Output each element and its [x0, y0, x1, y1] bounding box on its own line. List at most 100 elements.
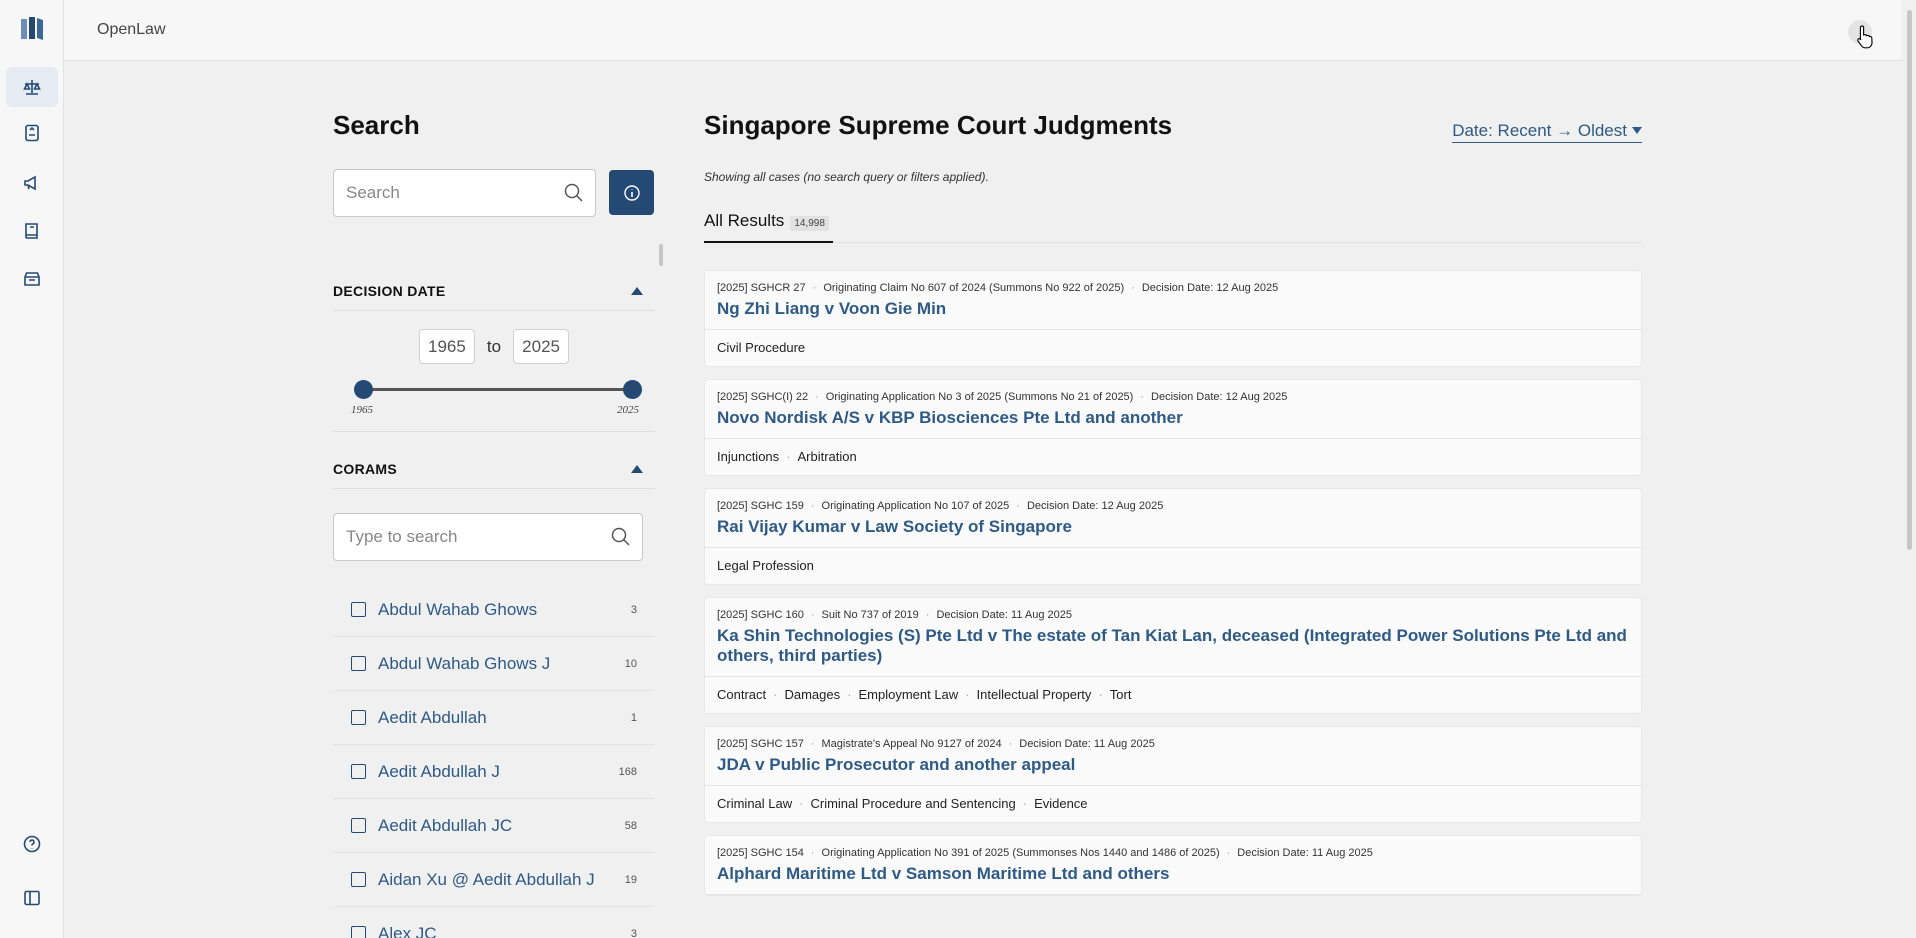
- coram-item[interactable]: Aedit Abdullah 1: [333, 691, 655, 745]
- help-button[interactable]: [6, 824, 58, 864]
- case-number: Magistrate's Appeal No 9127 of 2024: [804, 738, 1002, 750]
- sidebar-toggle-button[interactable]: [6, 878, 58, 918]
- coram-name: Aidan Xu @ Aedit Abdullah J: [378, 869, 595, 889]
- date-range-slider[interactable]: 1965 2025: [333, 371, 655, 416]
- search-icon[interactable]: [610, 526, 632, 548]
- coram-name: Abdul Wahab Ghows J: [378, 653, 551, 673]
- decision-date-label: DECISION DATE: [333, 283, 446, 299]
- search-input[interactable]: [334, 170, 544, 216]
- search-info-button[interactable]: [609, 170, 654, 215]
- coram-name: Abdul Wahab Ghows: [378, 599, 538, 619]
- date-to-input[interactable]: 2025: [513, 329, 570, 364]
- collapse-triangle-icon[interactable]: [631, 465, 643, 473]
- checkbox[interactable]: [351, 710, 366, 725]
- megaphone-icon: [24, 175, 36, 191]
- slider-max-handle[interactable]: [623, 380, 642, 399]
- nav-store[interactable]: [6, 259, 58, 299]
- tab-label: All Results: [704, 211, 785, 230]
- results-list: [2025] SGHCR 27Originating Claim No 607 …: [704, 270, 1642, 908]
- tag: Legal Profession: [717, 558, 814, 573]
- result-card: [2025] SGHC 160Suit No 737 of 2019Decisi…: [704, 597, 1642, 714]
- coram-search-box: [333, 513, 643, 561]
- pointer-cursor-icon: [1857, 25, 1873, 49]
- tag: Criminal Law: [717, 796, 793, 811]
- date-from-input[interactable]: 1965: [418, 329, 475, 364]
- coram-count: 58: [624, 819, 637, 832]
- coram-name: Aedit Abdullah JC: [378, 815, 513, 835]
- case-number: Originating Application No 391 of 2025 (…: [804, 847, 1220, 859]
- corams-label: CORAMS: [333, 461, 398, 477]
- checkbox[interactable]: [351, 872, 366, 887]
- coram-item[interactable]: Aidan Xu @ Aedit Abdullah J 19: [333, 853, 655, 907]
- page-scrollbar[interactable]: [1902, 0, 1916, 938]
- slider-min-handle[interactable]: [354, 380, 373, 399]
- tag: Contract: [717, 687, 767, 702]
- checkbox[interactable]: [351, 656, 366, 671]
- citation: [2025] SGHC 154: [717, 847, 804, 859]
- coram-item[interactable]: Aedit Abdullah J 168: [333, 745, 655, 799]
- info-icon: [623, 184, 640, 201]
- checkbox[interactable]: [351, 926, 366, 938]
- corams-section: CORAMS Abdul Wahab Ghows 3 Abdul Wahab Gh…: [333, 450, 655, 938]
- nav-scales[interactable]: [6, 67, 58, 107]
- case-title-link[interactable]: Rai Vijay Kumar v Law Society of Singapo…: [717, 517, 1629, 537]
- filters-scrollbar-thumb[interactable]: [659, 244, 663, 266]
- tag: Damages: [766, 687, 840, 702]
- sidebar-toggle-icon: [24, 890, 40, 906]
- tag: Criminal Procedure and Sentencing: [792, 796, 1015, 811]
- results-tabs: All Results 14,998: [704, 211, 1642, 243]
- case-title-link[interactable]: Ng Zhi Liang v Voon Gie Min: [717, 299, 1629, 319]
- tag: Evidence: [1016, 796, 1087, 811]
- slider-track[interactable]: [363, 388, 633, 391]
- decision-date-header[interactable]: DECISION DATE: [333, 272, 655, 310]
- tag: Arbitration: [779, 449, 857, 464]
- scales-icon: [23, 80, 41, 95]
- book-icon: [25, 223, 38, 239]
- nav-announcements[interactable]: [6, 163, 58, 203]
- result-card: [2025] SGHC 157Magistrate's Appeal No 91…: [704, 726, 1642, 823]
- checkbox[interactable]: [351, 818, 366, 833]
- checkbox[interactable]: [351, 764, 366, 779]
- coram-list: Abdul Wahab Ghows 3 Abdul Wahab Ghows J 10…: [333, 583, 655, 938]
- coram-count: 10: [624, 657, 637, 670]
- citation: [2025] SGHC 160: [717, 609, 804, 621]
- result-count-badge: 14,998: [790, 216, 829, 231]
- coram-item[interactable]: Alex JC 3: [333, 907, 655, 938]
- coram-count: 3: [630, 927, 637, 938]
- decision-date: Decision Date: 11 Aug 2025: [919, 609, 1072, 621]
- brand-name[interactable]: OpenLaw: [97, 21, 166, 39]
- decision-date-section: DECISION DATE 1965 to 2025 1965 2025: [333, 272, 655, 432]
- result-card: [2025] SGHC 159Originating Application N…: [704, 488, 1642, 585]
- case-number: Suit No 737 of 2019: [804, 609, 919, 621]
- coram-item[interactable]: Abdul Wahab Ghows J 10: [333, 637, 655, 691]
- coram-search-input[interactable]: [334, 514, 594, 560]
- case-number: Originating Application No 107 of 2025: [804, 500, 1010, 512]
- coram-count: 168: [618, 765, 637, 778]
- nav-document[interactable]: [6, 113, 58, 153]
- sort-dropdown[interactable]: Date: Recent → Oldest: [1452, 121, 1642, 143]
- case-title-link[interactable]: Alphard Maritime Ltd v Samson Maritime L…: [717, 864, 1629, 884]
- page-scrollbar-thumb[interactable]: [1907, 10, 1912, 550]
- top-bar: OpenLaw: [64, 0, 1916, 61]
- case-title-link[interactable]: Ka Shin Technologies (S) Pte Ltd v The e…: [717, 626, 1629, 666]
- case-title-link[interactable]: JDA v Public Prosecutor and another appe…: [717, 755, 1629, 775]
- checkbox[interactable]: [351, 602, 366, 617]
- tab-all-results[interactable]: All Results 14,998: [704, 211, 833, 243]
- tag: Intellectual Property: [958, 687, 1092, 702]
- citation: [2025] SGHCR 27: [717, 282, 806, 294]
- result-card: [2025] SGHC 154Originating Application N…: [704, 835, 1642, 896]
- document-icon: [25, 124, 39, 142]
- sort-label: Date: Recent → Oldest: [1452, 121, 1627, 140]
- decision-date: Decision Date: 12 Aug 2025: [1124, 282, 1278, 294]
- tag: Injunctions: [717, 449, 780, 464]
- openlaw-logo-icon[interactable]: [20, 16, 44, 42]
- case-title-link[interactable]: Novo Nordisk A/S v KBP Biosciences Pte L…: [717, 408, 1629, 428]
- coram-count: 1: [630, 711, 637, 724]
- corams-header[interactable]: CORAMS: [333, 450, 655, 488]
- citation: [2025] SGHC 159: [717, 500, 804, 512]
- coram-item[interactable]: Aedit Abdullah JC 58: [333, 799, 655, 853]
- search-icon[interactable]: [563, 182, 585, 204]
- nav-library[interactable]: [6, 211, 58, 251]
- collapse-triangle-icon[interactable]: [631, 287, 643, 295]
- coram-item[interactable]: Abdul Wahab Ghows 3: [333, 583, 655, 637]
